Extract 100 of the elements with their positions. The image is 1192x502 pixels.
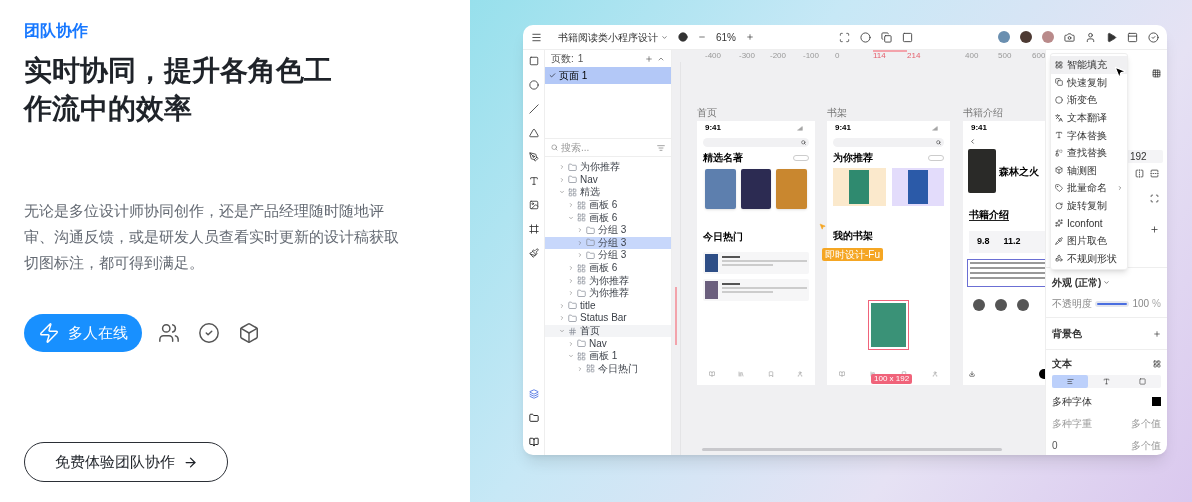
layer-search-field[interactable]: 搜索...: [561, 140, 654, 155]
triangle-icon[interactable]: [528, 128, 539, 138]
unit-label: %: [1152, 297, 1161, 311]
layer-row[interactable]: 画板 6: [545, 211, 671, 224]
layer-row[interactable]: Status Bar: [545, 312, 671, 325]
menu-item[interactable]: 旋转复制: [1051, 196, 1127, 215]
ruler-label: 600: [1032, 52, 1045, 60]
brush-icon[interactable]: [528, 248, 539, 258]
rectangle-icon[interactable]: [528, 56, 539, 66]
sparkle-icon: [1055, 219, 1063, 228]
frame-label: 书架: [827, 108, 848, 118]
text-mode-tab[interactable]: [1052, 375, 1089, 388]
layer-row[interactable]: 画板 6: [545, 261, 671, 275]
menu-item[interactable]: 不规则形状: [1051, 249, 1127, 268]
layer-row[interactable]: 为你推荐: [545, 286, 671, 300]
appearance-dropdown[interactable]: 外观 (正常): [1052, 275, 1102, 290]
section-title: 为你推荐: [833, 153, 873, 163]
file-name-dropdown[interactable]: 书籍阅读类小程序设计: [558, 29, 668, 45]
download-icon[interactable]: [969, 371, 975, 377]
add-page-icon[interactable]: [645, 54, 653, 63]
grid-icon: [568, 188, 577, 197]
menu-item[interactable]: 查找替换: [1051, 143, 1127, 162]
folder-icon: [568, 301, 577, 311]
scrollbar[interactable]: [702, 448, 1002, 451]
zoom-in-icon[interactable]: [746, 33, 754, 41]
menu-item[interactable]: 智能填充: [1051, 56, 1127, 74]
fill-icon[interactable]: [678, 32, 688, 42]
layer-row[interactable]: 为你推荐: [545, 274, 671, 287]
menu-item[interactable]: 轴测图: [1051, 161, 1127, 180]
grid-icon: [577, 213, 586, 223]
layer-row[interactable]: 分组 3: [545, 223, 671, 237]
book-thumbnail: [705, 281, 718, 299]
letter-spacing-field[interactable]: 0: [1052, 438, 1125, 453]
book-cover: [871, 303, 906, 347]
frame-icon[interactable]: [902, 31, 913, 43]
grid-icon[interactable]: [1153, 359, 1161, 368]
layer-row[interactable]: Nav: [545, 337, 671, 350]
menu-item[interactable]: 文本翻译: [1051, 108, 1127, 127]
font-family-dropdown[interactable]: 多种字体: [1052, 394, 1148, 409]
layers-icon[interactable]: [528, 389, 539, 399]
tab[interactable]: 书籍介绍: [969, 209, 1009, 221]
replace-icon: [1055, 148, 1063, 157]
menu-item[interactable]: 字体替换: [1051, 126, 1127, 144]
component-icon[interactable]: [839, 31, 850, 43]
play-icon[interactable]: [1106, 31, 1117, 43]
camera-icon[interactable]: [1064, 31, 1075, 43]
folder-icon[interactable]: [528, 413, 539, 423]
grid-icon: [1055, 60, 1063, 69]
menu-item[interactable]: 渐变色: [1051, 91, 1127, 109]
flip-icon[interactable]: [1135, 169, 1144, 178]
menu-item[interactable]: 快速复制: [1051, 73, 1127, 92]
chevron-icon: [1103, 279, 1111, 286]
menu-item[interactable]: 批量命名: [1051, 179, 1127, 197]
layer-row[interactable]: 今日热门: [545, 362, 671, 376]
add-icon[interactable]: [1153, 329, 1161, 338]
opacity-field[interactable]: 100: [1132, 296, 1150, 311]
layer-row[interactable]: Nav: [545, 173, 671, 187]
search-field[interactable]: [833, 138, 944, 147]
line-icon[interactable]: [528, 104, 539, 114]
ellipse-icon[interactable]: [528, 80, 539, 90]
user-icon[interactable]: [1085, 31, 1096, 43]
layer-row[interactable]: 画板 1: [545, 349, 671, 363]
bookmark-icon[interactable]: [900, 371, 907, 377]
corner-icon[interactable]: [1150, 194, 1159, 203]
menu-icon[interactable]: [531, 31, 542, 43]
cursor-icon: [819, 223, 826, 230]
menu-item[interactable]: Iconfont: [1051, 214, 1127, 232]
book-icon[interactable]: [528, 437, 539, 447]
pen-icon[interactable]: [528, 152, 539, 162]
page-row[interactable]: 页面 1: [545, 67, 671, 84]
height-field[interactable]: 192: [1127, 150, 1163, 163]
add-icon[interactable]: [1150, 225, 1159, 234]
folder-icon: [568, 313, 577, 323]
layer-row[interactable]: 分组 3: [545, 249, 671, 262]
layout-icon[interactable]: [1127, 31, 1138, 43]
layer-row[interactable]: title: [545, 299, 671, 313]
layer-row[interactable]: 分组 3: [545, 236, 671, 250]
layer-row[interactable]: 精选: [545, 186, 671, 199]
layer-row[interactable]: 为你推荐: [545, 161, 671, 174]
search-field[interactable]: [703, 138, 809, 147]
text-icon[interactable]: [528, 176, 539, 186]
list-icon[interactable]: [870, 371, 877, 377]
text-line: [722, 264, 773, 266]
grid-icon[interactable]: [1152, 69, 1161, 78]
status-check-icon[interactable]: [1148, 31, 1159, 43]
flip-icon[interactable]: [1150, 169, 1159, 178]
menu-item[interactable]: 图片取色: [1051, 231, 1127, 250]
folder-icon: [577, 288, 586, 298]
folder-icon: [586, 238, 595, 248]
cube-icon: [1055, 166, 1063, 175]
search-icon: [936, 140, 941, 145]
layer-row[interactable]: 首页: [545, 324, 671, 338]
filter-icon[interactable]: [657, 143, 665, 152]
status-time: 9:41: [835, 124, 851, 132]
image-icon[interactable]: [528, 200, 539, 210]
layer-row[interactable]: 画板 6: [545, 198, 671, 212]
color-swatch[interactable]: [1152, 397, 1161, 406]
frame-icon[interactable]: [528, 224, 539, 234]
back-icon[interactable]: [969, 138, 976, 145]
selection-box[interactable]: [868, 300, 909, 350]
